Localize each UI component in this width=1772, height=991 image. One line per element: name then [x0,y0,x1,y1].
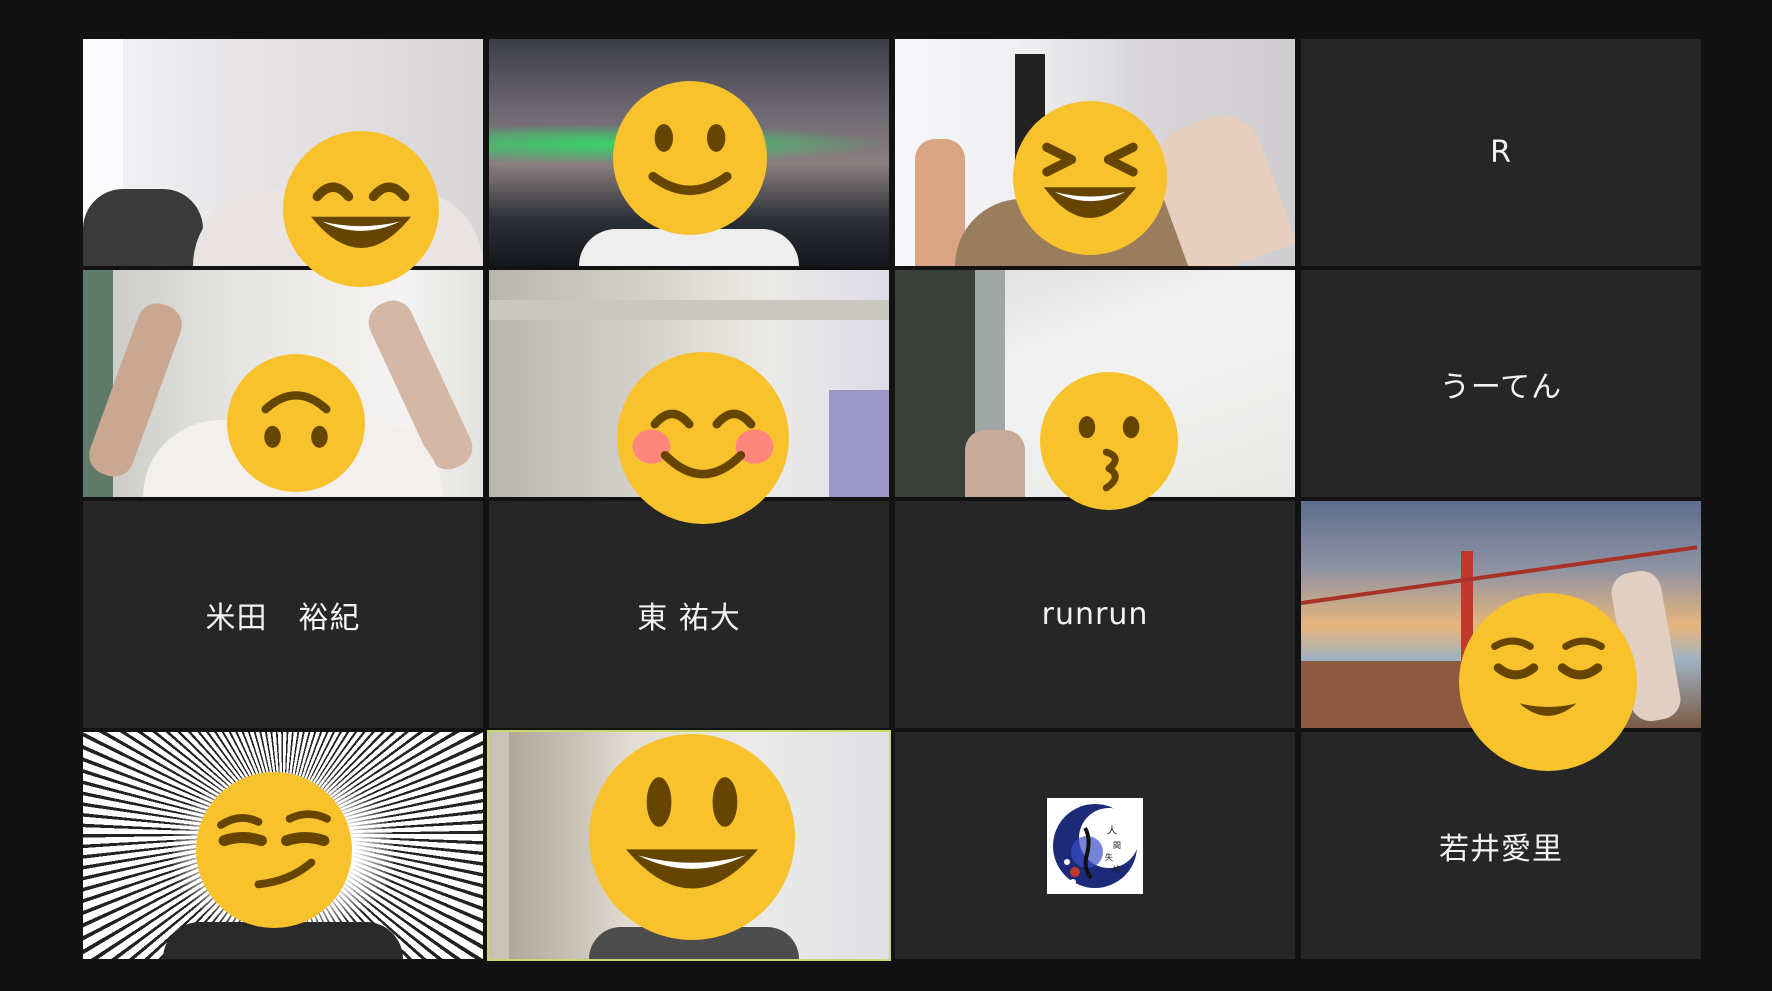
svg-text:格: 格 [1113,864,1121,874]
participant-tile-11[interactable]: runrun [895,501,1295,728]
participant-tile-9[interactable]: 米田 裕紀 [83,501,483,728]
participant-tile-10[interactable]: 東 祐大 [489,501,889,728]
participant-tile-14[interactable] [487,730,891,961]
participant-name: うーてん [1439,369,1563,405]
blushing-smiling-face-emoji [617,352,789,524]
participant-tile-8[interactable]: うーてん [1301,270,1701,497]
participant-name: runrun [1041,597,1149,632]
upside-down-face-emoji [227,354,365,492]
participant-tile-5[interactable] [83,270,483,497]
relieved-face-emoji [1459,593,1637,771]
profile-picture: 人 間 失 格 [1047,797,1143,894]
participant-name: R [1490,135,1512,170]
participant-tile-15[interactable]: 人 間 失 格 [895,732,1295,959]
participant-tile-7[interactable] [895,270,1295,510]
participant-tile-3[interactable] [895,39,1295,266]
participant-tile-13[interactable] [83,732,483,959]
gallery-view-grid: R うーてん 米田 裕紀 東 祐大 runrun 人 間 失 格 若井愛里 [83,39,1701,961]
slightly-smiling-face-emoji [613,81,767,235]
participant-tile-6[interactable] [489,270,889,524]
participant-tile-1[interactable] [83,39,483,287]
kissing-face-emoji [1040,372,1178,510]
grinning-squint-face-emoji [283,131,439,287]
laughing-squint-face-emoji [1013,101,1167,255]
participant-name: 米田 裕紀 [205,600,361,636]
svg-text:間: 間 [1113,841,1121,850]
svg-text:人: 人 [1107,825,1117,837]
grinning-face-emoji [589,734,795,940]
smirking-face-emoji [196,772,352,928]
participant-tile-2[interactable] [489,39,889,266]
participant-tile-12[interactable] [1301,501,1701,771]
logo-icon: 人 間 失 格 [1053,803,1139,888]
participant-tile-4[interactable]: R [1301,39,1701,266]
svg-text:失: 失 [1105,852,1113,862]
participant-name: 東 祐大 [637,600,741,636]
